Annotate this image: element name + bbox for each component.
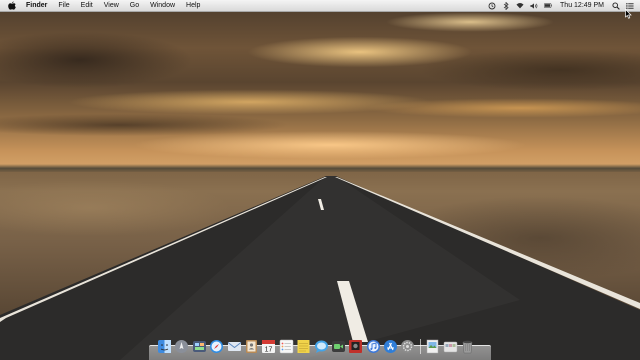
dock-safari-icon[interactable] (209, 339, 224, 354)
dock-itunes-icon[interactable] (366, 339, 381, 354)
active-app-menu[interactable]: Finder (26, 0, 47, 11)
dock-mail-icon[interactable] (227, 339, 242, 354)
svg-text:17: 17 (265, 346, 273, 353)
dock-separator (419, 339, 421, 354)
dock-trash-icon[interactable] (460, 339, 475, 354)
wallpaper-road (0, 176, 640, 360)
time-machine-icon[interactable] (488, 2, 496, 10)
window-menu[interactable]: Window (150, 0, 175, 11)
mouse-cursor-icon (625, 9, 632, 19)
dock-contacts-icon[interactable] (244, 339, 259, 354)
dock-app-store-icon[interactable] (383, 339, 398, 354)
dock-facetime-icon[interactable] (331, 339, 346, 354)
wifi-icon[interactable] (516, 2, 524, 10)
battery-icon[interactable] (544, 2, 552, 10)
dock-preview-icon[interactable] (425, 339, 440, 354)
dock-icons: 17 (157, 339, 475, 354)
menu-clock[interactable]: Thu 12:49 PM (560, 0, 604, 11)
dock-calendar-icon[interactable]: 17 (261, 339, 276, 354)
dock-system-preferences-icon[interactable] (400, 339, 415, 354)
spotlight-search-icon[interactable] (612, 1, 620, 10)
dock-reminders-icon[interactable] (279, 339, 294, 354)
apple-menu-icon[interactable] (8, 1, 17, 11)
go-menu[interactable]: Go (130, 0, 139, 11)
desktop[interactable] (0, 0, 640, 360)
edit-menu[interactable]: Edit (81, 0, 93, 11)
view-menu[interactable]: View (104, 0, 119, 11)
bluetooth-icon[interactable] (502, 1, 510, 10)
dock-photo-booth-icon[interactable] (348, 339, 363, 354)
dock-mission-control-icon[interactable] (192, 339, 207, 354)
file-menu[interactable]: File (58, 0, 69, 11)
dock-messages-icon[interactable] (314, 339, 329, 354)
dock-notes-icon[interactable] (296, 339, 311, 354)
dock: 17 (149, 336, 491, 360)
dock-downloads-icon[interactable] (443, 339, 458, 354)
menu-bar: Finder File Edit View Go Window Help Thu… (0, 0, 640, 12)
help-menu[interactable]: Help (186, 0, 200, 11)
volume-icon[interactable] (530, 2, 538, 10)
dock-launchpad-icon[interactable] (174, 339, 189, 354)
dock-finder-icon[interactable] (157, 339, 172, 354)
